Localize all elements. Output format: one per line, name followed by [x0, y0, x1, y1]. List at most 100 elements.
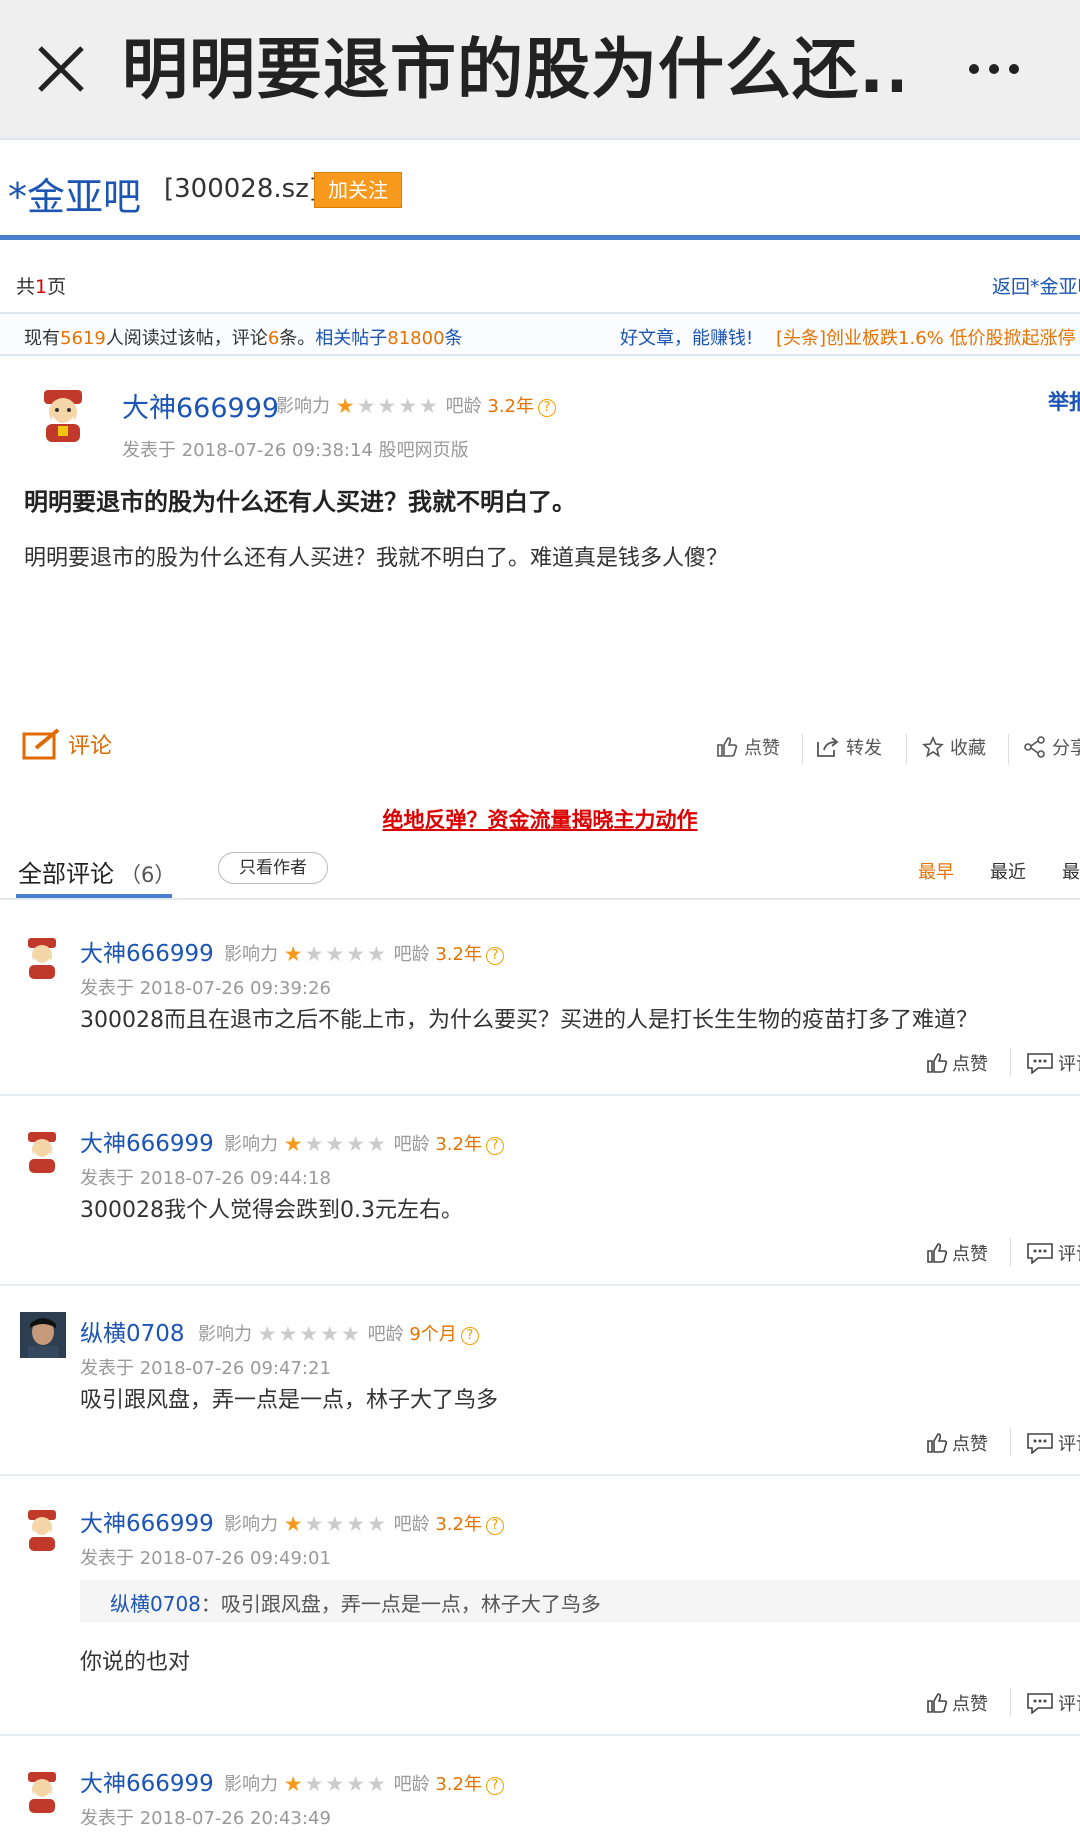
post-body: 明明要退市的股为什么还有人买进？我就不明白了。难道真是钱多人傻？	[24, 546, 729, 571]
page-title: 明明要退市的股为什么还...	[122, 31, 902, 108]
comment-icon	[1027, 1693, 1053, 1715]
sort-latest[interactable]: 最近	[990, 858, 1026, 884]
avatar[interactable]	[20, 1312, 66, 1358]
like-button[interactable]: 点赞	[926, 1430, 988, 1456]
avatar[interactable]	[20, 1130, 64, 1174]
comment-time: 发表于 2018-07-26 09:44:18	[80, 1168, 331, 1189]
help-icon[interactable]: ?	[537, 399, 556, 417]
comment-text: 300028我个人觉得会跌到0.3元左右。	[80, 1198, 463, 1223]
stock-code: [300028.sz]	[164, 174, 319, 204]
like-button[interactable]: 点赞	[926, 1240, 988, 1266]
report-link[interactable]: 举报	[1048, 386, 1080, 416]
read-stats: 现有5619人阅读过该帖，评论6条。相关帖子81800条	[24, 328, 463, 349]
comment-author-meta: 影响力 ★★★★★ 吧龄 3.2年?	[224, 1770, 504, 1796]
comment-time: 发表于 2018-07-26 09:47:21	[80, 1358, 331, 1379]
divider	[1010, 1428, 1011, 1456]
reply-button[interactable]: 评论	[1026, 1690, 1080, 1716]
post-author-name[interactable]: 大神666999	[122, 386, 279, 425]
quoted-author-link[interactable]: 纵横0708	[110, 1592, 201, 1616]
share-icon	[1024, 736, 1045, 758]
comment-time: 发表于 2018-07-26 09:39:26	[80, 978, 331, 999]
sort-hottest[interactable]: 最热	[1062, 858, 1080, 884]
comment-author-meta: 影响力 ★★★★★ 吧龄 9个月?	[198, 1320, 479, 1346]
post-author-meta: 影响力 ★★★★★ 吧龄 3.2年?	[276, 392, 556, 418]
comment-author-name[interactable]: 大神666999	[80, 1504, 214, 1538]
comment-item: 大神666999 影响力 ★★★★★ 吧龄 3.2年? 发表于 2018-07-…	[0, 1736, 1080, 1841]
reply-button[interactable]: 评论	[1026, 1430, 1080, 1456]
thumbs-up-icon	[927, 1243, 948, 1263]
comment-author-name[interactable]: 纵横0708	[80, 1314, 185, 1348]
active-tab-indicator	[16, 894, 172, 898]
reply-button[interactable]: 评论	[1026, 1240, 1080, 1266]
divider	[906, 734, 907, 764]
sort-earliest[interactable]: 最早	[918, 858, 954, 884]
divider	[1010, 1238, 1011, 1266]
promo-headline-link[interactable]: 绝地反弹？资金流量揭晓主力动作	[0, 804, 1080, 834]
divider	[1008, 734, 1009, 764]
forward-icon	[817, 737, 839, 757]
promo-link-good-article[interactable]: 好文章，能赚钱!	[620, 324, 753, 350]
author-avatar[interactable]	[34, 386, 92, 444]
comment-author-name[interactable]: 大神666999	[80, 934, 214, 968]
comment-icon	[1027, 1433, 1053, 1455]
avatar[interactable]	[20, 1770, 64, 1814]
help-icon[interactable]: ?	[460, 1327, 479, 1345]
thumbs-up-icon	[927, 1693, 948, 1713]
forward-button[interactable]: 转发	[816, 734, 882, 760]
quoted-comment: 纵横0708：吸引跟风盘，弄一点是一点，林子大了鸟多	[80, 1580, 1080, 1622]
help-icon[interactable]: ?	[485, 1777, 504, 1795]
share-button[interactable]: 分享	[1024, 734, 1080, 760]
reply-button[interactable]: 评论	[1026, 1050, 1080, 1076]
edit-icon	[22, 728, 60, 760]
comment-author-name[interactable]: 大神666999	[80, 1124, 214, 1158]
bar-header: *金亚吧 [300028.sz] 加关注	[0, 148, 1080, 240]
thumbs-up-icon	[927, 1433, 948, 1453]
comment-text: 吸引跟风盘，弄一点是一点，林子大了鸟多	[80, 1388, 499, 1413]
promo-link-headline[interactable]: [头条]创业板跌1.6% 低价股掀起涨停	[776, 324, 1076, 350]
app-bar: 明明要退市的股为什么还...	[0, 0, 1080, 140]
like-button[interactable]: 点赞	[716, 734, 780, 760]
post-title: 明明要退市的股为什么还有人买进？我就不明白了。	[24, 488, 576, 516]
divider	[802, 734, 803, 764]
comment-text: 300028而且在退市之后不能上市，为什么要买？买进的人是打长生生物的疫苗打多了…	[80, 1008, 978, 1033]
comment-item: 纵横0708 影响力 ★★★★★ 吧龄 9个月? 发表于 2018-07-26 …	[0, 1286, 1080, 1476]
post-time: 发表于 2018-07-26 09:38:14 股吧网页版	[122, 440, 469, 461]
comment-author-name[interactable]: 大神666999	[80, 1764, 214, 1798]
comment-item: 大神666999 影响力 ★★★★★ 吧龄 3.2年? 发表于 2018-07-…	[0, 1096, 1080, 1286]
divider	[1010, 1688, 1011, 1716]
like-button[interactable]: 点赞	[926, 1690, 988, 1716]
comment-time: 发表于 2018-07-26 09:49:01	[80, 1548, 331, 1569]
influence-stars: ★★★★★	[335, 394, 440, 418]
avatar[interactable]	[20, 936, 64, 980]
close-icon[interactable]	[30, 38, 92, 100]
stats-bar: 现有5619人阅读过该帖，评论6条。相关帖子81800条 好文章，能赚钱! [头…	[0, 312, 1080, 356]
star-icon	[922, 735, 944, 758]
avatar[interactable]	[20, 1508, 64, 1552]
more-options-icon[interactable]	[966, 54, 1022, 84]
comment-item: 大神666999 影响力 ★★★★★ 吧龄 3.2年? 发表于 2018-07-…	[0, 1476, 1080, 1736]
reply-button[interactable]: 评论	[22, 728, 112, 760]
comment-icon	[1027, 1053, 1053, 1075]
back-to-bar-link[interactable]: 返回*金亚吧	[992, 272, 1080, 299]
comment-icon	[1027, 1243, 1053, 1265]
divider	[1010, 1048, 1011, 1076]
like-button[interactable]: 点赞	[926, 1050, 988, 1076]
comment-author-meta: 影响力 ★★★★★ 吧龄 3.2年?	[224, 940, 504, 966]
only-author-button[interactable]: 只看作者	[218, 852, 328, 884]
page-count: 共1页	[16, 276, 67, 298]
comment-list-header: 全部评论（6） 只看作者 最早 最近 最热	[0, 848, 1080, 900]
favorite-button[interactable]: 收藏	[922, 734, 986, 760]
comment-author-meta: 影响力 ★★★★★ 吧龄 3.2年?	[224, 1130, 504, 1156]
follow-button[interactable]: 加关注	[314, 172, 402, 208]
help-icon[interactable]: ?	[485, 947, 504, 965]
help-icon[interactable]: ?	[485, 1137, 504, 1155]
thumbs-up-icon	[717, 737, 738, 757]
comment-time: 发表于 2018-07-26 20:43:49	[80, 1808, 331, 1829]
related-posts-link[interactable]: 相关帖子81800条	[315, 328, 462, 349]
thumbs-up-icon	[927, 1053, 948, 1073]
tab-all-comments[interactable]: 全部评论 （6）	[18, 854, 175, 889]
comment-author-meta: 影响力 ★★★★★ 吧龄 3.2年?	[224, 1510, 504, 1536]
help-icon[interactable]: ?	[485, 1517, 504, 1535]
bar-name-link[interactable]: *金亚吧	[8, 166, 141, 221]
comment-text: 你说的也对	[80, 1650, 191, 1675]
